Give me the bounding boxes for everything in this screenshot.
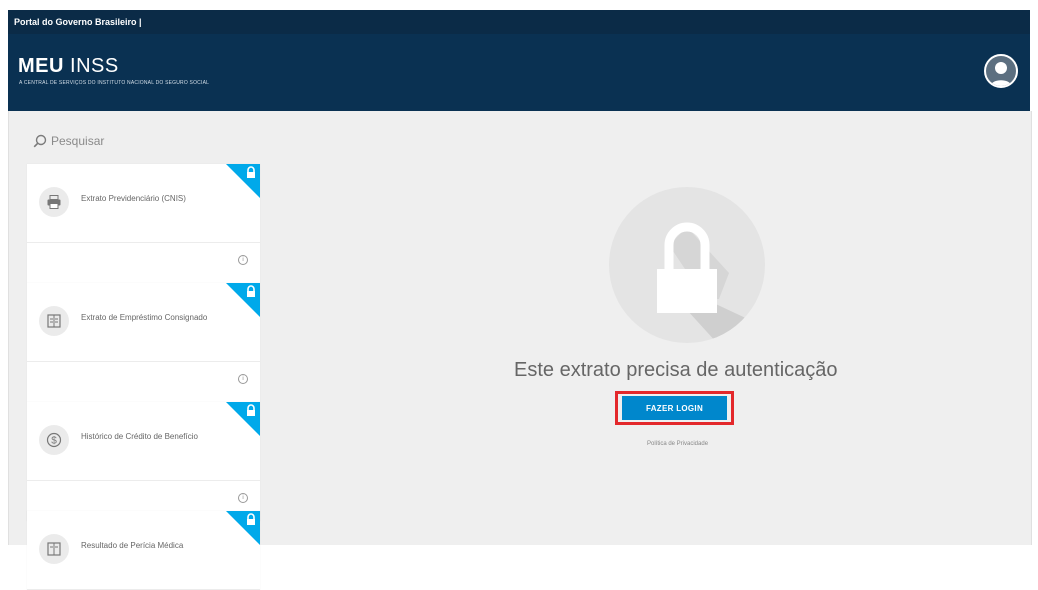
logo-light-text: INSS <box>63 55 119 77</box>
meu-inss-logo[interactable]: MEU INSS <box>18 55 119 78</box>
lock-icon <box>247 166 255 178</box>
printer-icon <box>39 187 69 217</box>
government-portal-link[interactable]: Portal do Governo Brasileiro | <box>14 17 142 27</box>
privacy-policy-link[interactable]: Política de Privacidade <box>647 441 708 447</box>
info-icon[interactable]: i <box>238 493 248 503</box>
service-card-historico[interactable]: $ Histórico de Crédito de Benefício i <box>27 402 260 521</box>
login-button[interactable]: FAZER LOGIN <box>622 396 727 420</box>
login-button-highlight: FAZER LOGIN <box>615 391 734 425</box>
logo-bold-text: MEU <box>18 55 64 77</box>
service-card-emprestimo[interactable]: Extrato de Empréstimo Consignado i <box>27 283 260 402</box>
lock-icon <box>247 404 255 416</box>
svg-text:$: $ <box>51 436 57 447</box>
lock-icon <box>247 513 255 525</box>
service-card-pericia[interactable]: Resultado de Perícia Médica <box>27 511 260 590</box>
document-icon <box>39 534 69 564</box>
card-title: Extrato de Empréstimo Consignado <box>81 313 208 322</box>
content-area: Pesquisar Extrato Previdenciário (CNIS) … <box>8 111 1032 590</box>
page-header: MEU INSS A CENTRAL DE SERVIÇOS DO INSTIT… <box>8 34 1030 111</box>
large-lock-icon <box>657 222 765 343</box>
info-icon[interactable]: i <box>238 374 248 384</box>
lock-illustration <box>609 187 765 343</box>
info-icon[interactable]: i <box>238 255 248 265</box>
search-icon <box>33 134 47 148</box>
user-avatar-button[interactable] <box>984 54 1018 88</box>
service-card-cnis[interactable]: Extrato Previdenciário (CNIS) i <box>27 164 260 283</box>
authentication-message: Este extrato precisa de autenticação <box>514 359 838 381</box>
card-title: Histórico de Crédito de Benefício <box>81 432 198 441</box>
search-input[interactable]: Pesquisar <box>51 134 104 148</box>
lock-icon <box>247 285 255 297</box>
card-title: Extrato Previdenciário (CNIS) <box>81 194 186 203</box>
card-title: Resultado de Perícia Médica <box>81 541 184 550</box>
search-box[interactable]: Pesquisar <box>33 134 104 148</box>
top-spacer <box>0 0 1038 10</box>
logo-subtitle: A CENTRAL DE SERVIÇOS DO INSTITUTO NACIO… <box>19 80 210 86</box>
document-icon <box>39 306 69 336</box>
government-bar: Portal do Governo Brasileiro | <box>8 10 1030 35</box>
user-avatar-icon <box>990 62 1012 86</box>
money-icon: $ <box>39 425 69 455</box>
